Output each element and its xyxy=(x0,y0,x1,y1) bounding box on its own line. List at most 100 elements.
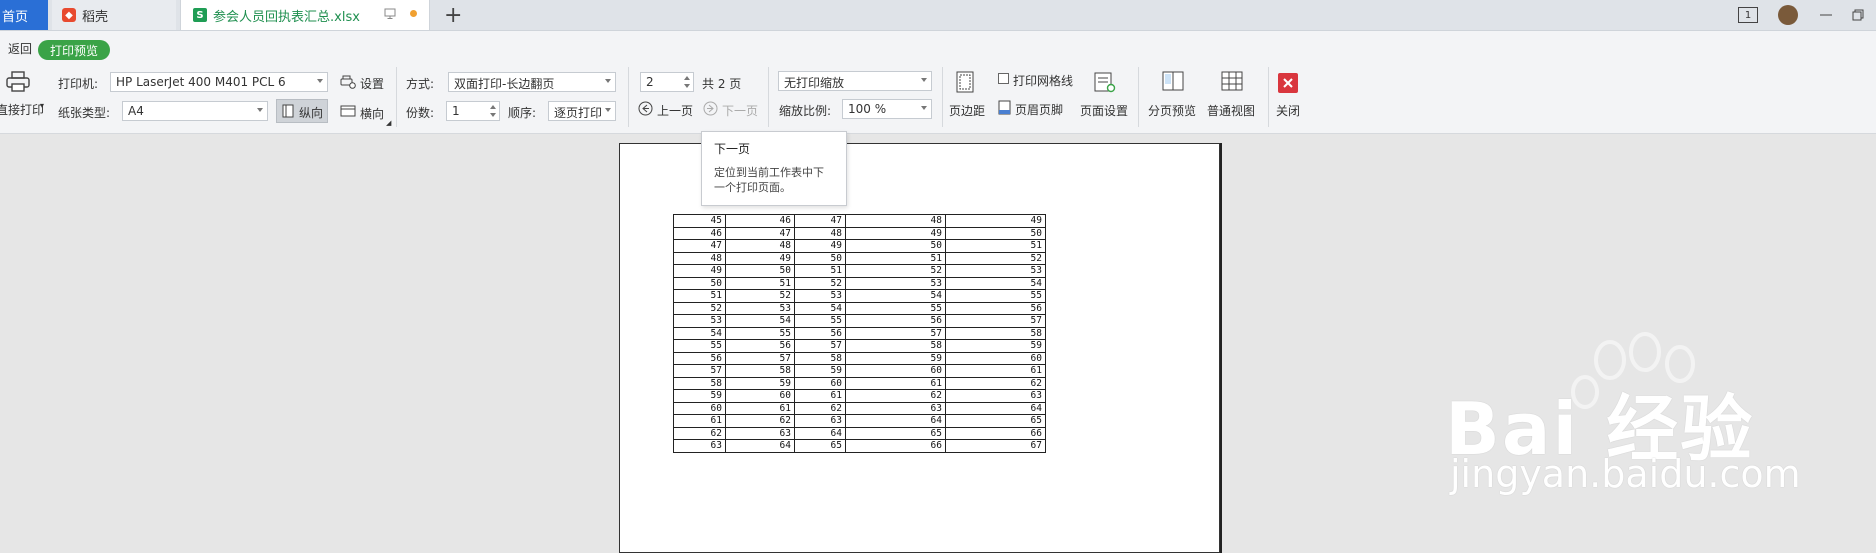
printer-icon[interactable] xyxy=(6,71,30,93)
print-order-select[interactable]: 逐页打印 xyxy=(548,101,616,121)
table-row: 49 50 51 52 53 xyxy=(673,264,1046,278)
window-count-badge[interactable]: 1 xyxy=(1738,7,1758,23)
tab-home[interactable]: 首页 xyxy=(0,0,48,30)
chevron-down-icon xyxy=(921,106,927,110)
direct-print-dropdown-icon[interactable]: ▾ xyxy=(40,101,44,110)
table-cell: 61 xyxy=(945,364,1046,378)
toolbar-divider xyxy=(942,67,943,127)
table-cell: 53 xyxy=(794,289,846,303)
preview-sheet-table: 45 46 47 48 49 46 47 48 49 50 47 48 49 50 51 48 49 50 51 52… xyxy=(673,214,1046,453)
table-cell: 46 xyxy=(673,226,726,240)
table-cell: 50 xyxy=(845,239,946,253)
page-setup-button[interactable]: 页面设置 xyxy=(1080,102,1128,119)
portrait-button[interactable]: 纵向 xyxy=(276,99,328,123)
table-cell: 65 xyxy=(845,426,946,440)
table-row: 47 48 49 50 51 xyxy=(673,239,1046,253)
direct-print-button[interactable]: 直接打印 xyxy=(0,101,44,118)
gridlines-checkbox[interactable] xyxy=(998,73,1009,84)
table-cell: 65 xyxy=(794,439,846,453)
scale-ratio-select[interactable]: 100 % xyxy=(842,99,932,119)
paper-type-value: A4 xyxy=(128,104,144,118)
table-row: 46 47 48 49 50 xyxy=(673,226,1046,240)
spin-up-icon[interactable] xyxy=(684,76,690,80)
table-cell: 53 xyxy=(945,264,1046,278)
new-tab-plus-icon[interactable]: + xyxy=(444,3,462,28)
restore-icon[interactable] xyxy=(1852,9,1864,21)
expand-corner-icon[interactable]: ◢ xyxy=(386,119,391,127)
portrait-label: 纵向 xyxy=(299,106,324,120)
tab-bar: 首页 ◆ 稻壳 S 参会人员回执表汇总.xlsx + 1 xyxy=(0,0,1876,31)
page-break-preview-button[interactable]: 分页预览 xyxy=(1148,102,1196,119)
monitor-icon[interactable] xyxy=(384,8,396,19)
landscape-page-icon[interactable] xyxy=(340,105,356,117)
prev-page-button[interactable]: 上一页 xyxy=(657,102,693,119)
table-cell: 46 xyxy=(725,214,795,228)
table-cell: 56 xyxy=(845,314,946,328)
paper-type-label: 纸张类型: xyxy=(58,106,111,120)
close-preview-button[interactable]: 关闭 xyxy=(1276,102,1300,119)
watermark-url: jingyan.baidu.com xyxy=(1450,452,1801,496)
landscape-button[interactable]: 横向 xyxy=(360,105,384,122)
prev-page-arrow-icon[interactable] xyxy=(638,101,653,116)
table-row: 45 46 47 48 49 xyxy=(673,214,1046,228)
minimize-icon[interactable] xyxy=(1820,14,1832,16)
table-cell: 60 xyxy=(845,364,946,378)
table-cell: 51 xyxy=(845,251,946,265)
toolbar-divider xyxy=(396,67,397,127)
chevron-down-icon xyxy=(921,78,927,82)
table-cell: 55 xyxy=(725,326,795,340)
normal-view-button[interactable]: 普通视图 xyxy=(1207,102,1255,119)
table-cell: 47 xyxy=(673,239,726,253)
copies-stepper[interactable]: 1 xyxy=(446,101,500,121)
back-button[interactable]: 返回 xyxy=(8,40,32,57)
table-cell: 51 xyxy=(725,276,795,290)
spin-up-icon[interactable] xyxy=(490,105,496,109)
toolbar-divider xyxy=(628,67,629,127)
spin-down-icon[interactable] xyxy=(490,113,496,117)
tab-file[interactable]: S 参会人员回执表汇总.xlsx xyxy=(180,0,430,30)
table-cell: 60 xyxy=(945,351,1046,365)
gridlines-label[interactable]: 打印网格线 xyxy=(1013,72,1073,89)
table-cell: 63 xyxy=(945,389,1046,403)
next-page-arrow-icon[interactable] xyxy=(703,101,718,116)
print-mode-select[interactable]: 双面打印-长边翻页 xyxy=(448,72,616,92)
table-cell: 67 xyxy=(945,439,1046,453)
table-cell: 66 xyxy=(945,426,1046,440)
printer-select[interactable]: HP LaserJet 400 M401 PCL 6 xyxy=(110,72,328,92)
table-cell: 57 xyxy=(673,364,726,378)
header-footer-icon[interactable] xyxy=(998,100,1011,115)
spreadsheet-icon: S xyxy=(193,8,207,22)
table-cell: 64 xyxy=(725,439,795,453)
paper-type-select[interactable]: A4 xyxy=(122,101,268,121)
chevron-down-icon xyxy=(605,79,611,83)
close-icon[interactable] xyxy=(1278,73,1298,93)
scale-mode-select[interactable]: 无打印缩放 xyxy=(778,71,932,91)
tooltip-body: 定位到当前工作表中下一个打印页面。 xyxy=(714,166,824,194)
unsaved-dot-icon xyxy=(410,10,417,17)
table-cell: 64 xyxy=(845,414,946,428)
printer-settings-icon[interactable] xyxy=(340,75,356,89)
table-cell: 49 xyxy=(794,239,846,253)
normal-view-icon[interactable] xyxy=(1221,71,1243,91)
table-cell: 57 xyxy=(725,351,795,365)
header-footer-button[interactable]: 页眉页脚 xyxy=(1015,101,1063,118)
page-break-preview-icon[interactable] xyxy=(1162,71,1184,91)
tab-docer[interactable]: ◆ 稻壳 xyxy=(52,0,176,30)
table-cell: 62 xyxy=(794,401,846,415)
page-number-stepper[interactable]: 2 xyxy=(640,72,694,92)
avatar[interactable] xyxy=(1778,5,1798,25)
table-row: 63 64 65 66 67 xyxy=(673,439,1046,453)
print-toolbar: 直接打印 ▾ 打印机: HP LaserJet 400 M401 PCL 6 设… xyxy=(0,63,1876,134)
table-cell: 54 xyxy=(725,314,795,328)
print-order-value: 逐页打印 xyxy=(554,106,603,120)
page-margins-icon[interactable] xyxy=(956,71,974,93)
page-margins-button[interactable]: 页边距 xyxy=(949,102,985,119)
spin-down-icon[interactable] xyxy=(684,84,690,88)
table-cell: 58 xyxy=(845,339,946,353)
page-setup-icon[interactable] xyxy=(1094,71,1116,93)
next-page-button[interactable]: 下一页 xyxy=(722,102,758,119)
printer-settings-button[interactable]: 设置 xyxy=(360,75,384,92)
table-cell: 61 xyxy=(725,401,795,415)
toolbar-divider xyxy=(1138,67,1139,127)
tab-docer-label: 稻壳 xyxy=(82,9,109,25)
